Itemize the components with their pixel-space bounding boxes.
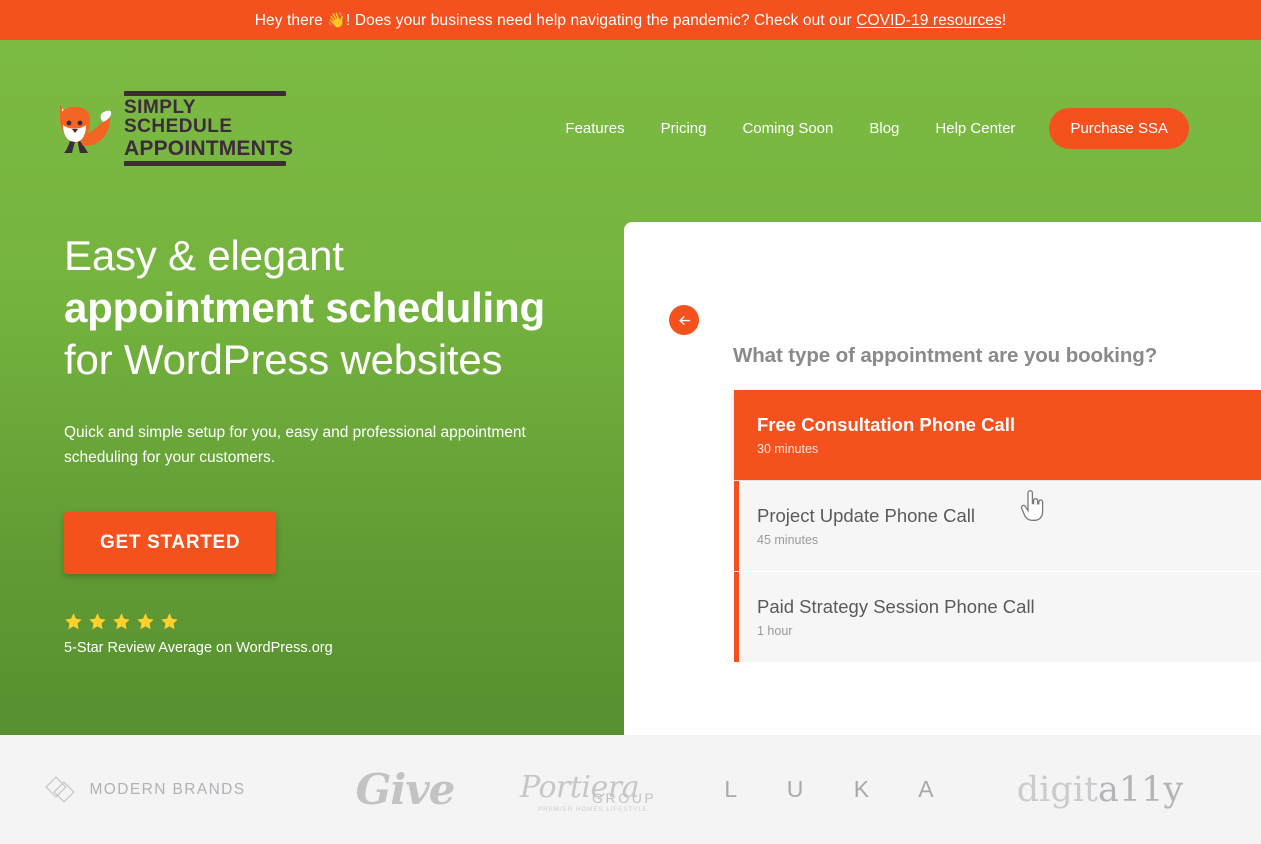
hero-title-part2: for WordPress websites: [64, 336, 503, 384]
site-header: SIMPLY SCHEDULE APPOINTMENTS Features Pr…: [0, 40, 1261, 175]
site-logo[interactable]: SIMPLY SCHEDULE APPOINTMENTS: [50, 90, 293, 166]
star-icon: [161, 613, 178, 630]
main-navigation: Features Pricing Coming Soon Blog Help C…: [547, 108, 1189, 149]
client-name: Give: [355, 765, 456, 814]
hero-subtitle: Quick and simple setup for you, easy and…: [64, 424, 526, 467]
back-arrow-icon: [678, 315, 690, 325]
logo-line-1: SIMPLY SCHEDULE: [124, 96, 233, 137]
star-icon: [89, 613, 106, 630]
hero-title-part1: Easy & elegant: [64, 232, 344, 279]
client-name-part2: a11y: [1098, 769, 1184, 810]
nav-item-blog[interactable]: Blog: [851, 114, 917, 143]
option-name: Paid Strategy Session Phone Call: [757, 595, 1035, 617]
covid-notice-bar: Hey there 👋! Does your business need hel…: [0, 0, 1261, 40]
star-icon: [137, 613, 154, 630]
client-name: L U K A: [724, 776, 956, 802]
landing-page: Hey there 👋! Does your business need hel…: [0, 0, 1261, 844]
client-logo-portiera-group: Portiera GROUP PREMIER HOMES LIFESTYLE: [520, 766, 720, 814]
get-started-button[interactable]: GET STARTED: [64, 512, 277, 575]
client-tagline: PREMIER HOMES LIFESTYLE: [538, 805, 648, 813]
logo-rule-bottom: [124, 160, 286, 166]
option-duration: 30 minutes: [757, 442, 819, 457]
booking-widget-card: What type of appointment are you booking…: [624, 222, 1261, 735]
appointment-option-paid-strategy[interactable]: Paid Strategy Session Phone Call 1 hour: [734, 572, 1261, 662]
option-name: Project Update Phone Call: [757, 504, 976, 526]
client-logo-give: Give: [290, 765, 520, 814]
star-rating: [64, 612, 584, 631]
notice-text: Hey there 👋! Does your business need hel…: [255, 11, 1007, 30]
hero-section: SIMPLY SCHEDULE APPOINTMENTS Features Pr…: [0, 40, 1261, 735]
rating-text: 5-Star Review Average on WordPress.org: [64, 640, 333, 657]
client-name-suffix: GROUP: [592, 789, 657, 806]
notice-text-after: !: [1001, 11, 1007, 29]
back-button[interactable]: [669, 305, 699, 335]
client-name-part1: digit: [1016, 769, 1099, 810]
nav-item-help-center[interactable]: Help Center: [917, 114, 1033, 143]
purchase-ssa-button[interactable]: Purchase SSA: [1049, 108, 1189, 149]
waving-hand-icon: 👋: [327, 11, 346, 29]
diamond-icon: [44, 775, 75, 803]
nav-item-pricing[interactable]: Pricing: [643, 114, 725, 143]
hero-title-bold: appointment scheduling: [64, 284, 545, 332]
hero-title: Easy & elegant appointment scheduling fo…: [64, 230, 584, 386]
client-logo-strip: MODERN BRANDS Give Portiera GROUP PREMIE…: [0, 735, 1261, 844]
fox-logo-icon: [60, 105, 112, 153]
appointment-type-list: Free Consultation Phone Call 30 minutes …: [734, 390, 1261, 663]
option-duration: 1 hour: [757, 624, 793, 639]
option-name: Free Consultation Phone Call: [757, 413, 1015, 435]
client-logo-digitally: digit a11y: [960, 770, 1240, 810]
rating-block: 5-Star Review Average on WordPress.org: [64, 612, 584, 656]
hero-copy: Easy & elegant appointment scheduling fo…: [64, 230, 584, 656]
star-icon: [65, 613, 82, 630]
appointment-option-project-update[interactable]: Project Update Phone Call 45 minutes: [734, 481, 1261, 571]
nav-item-coming-soon[interactable]: Coming Soon: [724, 114, 851, 143]
logo-line-2: APPOINTMENTS: [124, 136, 294, 160]
client-name: MODERN BRANDS: [89, 780, 246, 798]
notice-text-middle: ! Does your business need help navigatin…: [346, 11, 857, 29]
logo-wordmark: SIMPLY SCHEDULE APPOINTMENTS: [124, 89, 293, 166]
logo-rule-top: [124, 90, 286, 96]
star-icon: [113, 613, 130, 630]
client-logo-luka: L U K A: [720, 776, 960, 803]
covid-resources-link[interactable]: COVID-19 resources: [856, 12, 1002, 29]
appointment-option-free-consultation[interactable]: Free Consultation Phone Call 30 minutes: [734, 390, 1261, 480]
option-duration: 45 minutes: [757, 533, 819, 548]
booking-question: What type of appointment are you booking…: [733, 344, 1158, 367]
nav-item-features[interactable]: Features: [547, 114, 642, 143]
client-logo-modern-brands: MODERN BRANDS: [0, 775, 290, 804]
notice-text-before: Hey there: [254, 11, 328, 29]
